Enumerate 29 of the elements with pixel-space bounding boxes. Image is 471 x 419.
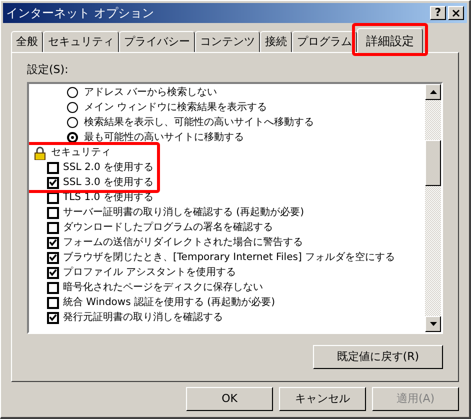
- restore-defaults-button[interactable]: 既定値に戻す(R): [313, 345, 443, 369]
- tab[interactable]: プログラム: [292, 31, 357, 52]
- option-label: 発行元証明書の取り消しを確認する: [63, 310, 223, 325]
- tab[interactable]: セキュリティ: [43, 31, 119, 52]
- option-label: フォームの送信がリダイレクトされた場合に警告する: [63, 236, 303, 250]
- option-label: ダウンロードしたプログラムの署名を確認する: [63, 220, 273, 235]
- option-label: 検索結果を表示し、可能性の高いサイトへ移動する: [84, 116, 314, 130]
- tab[interactable]: 全般: [11, 31, 43, 52]
- option-label: SSL 2.0 を使用する: [63, 161, 154, 175]
- close-button[interactable]: ×: [448, 6, 464, 20]
- tab[interactable]: 詳細設定: [357, 28, 423, 53]
- option-label: プロファイル アシスタントを使用する: [63, 266, 236, 280]
- dialog-button[interactable]: キャンセル: [279, 387, 366, 411]
- option-label: 最も可能性の高いサイトに移動する: [84, 130, 244, 145]
- option-label: 暗号化されたページをディスクに保存しない: [63, 280, 263, 295]
- option-label: サーバー証明書の取り消しを確認する (再起動が必要): [63, 206, 304, 220]
- option-label: アドレス バーから検索しない: [84, 86, 218, 100]
- option-label: SSL 3.0 を使用する: [63, 176, 154, 190]
- settings-label: 設定(S):: [27, 62, 70, 78]
- dialog-button[interactable]: OK: [186, 387, 273, 411]
- option-label: 統合 Windows 認証を使用する (再起動が必要): [63, 296, 275, 310]
- option-label: メイン ウィンドウに検索結果を表示する: [84, 100, 268, 115]
- tab[interactable]: 接続: [260, 31, 292, 52]
- group-heading: セキュリティ: [51, 146, 111, 160]
- tab[interactable]: コンテンツ: [195, 31, 260, 52]
- window-title: インターネット オプション: [6, 5, 155, 22]
- help-button[interactable]: ?: [430, 6, 446, 20]
- tab[interactable]: プライバシー: [119, 31, 195, 52]
- option-label: ブラウザを閉じたとき、[Temporary Internet Files] フォルダを空にする: [63, 250, 396, 265]
